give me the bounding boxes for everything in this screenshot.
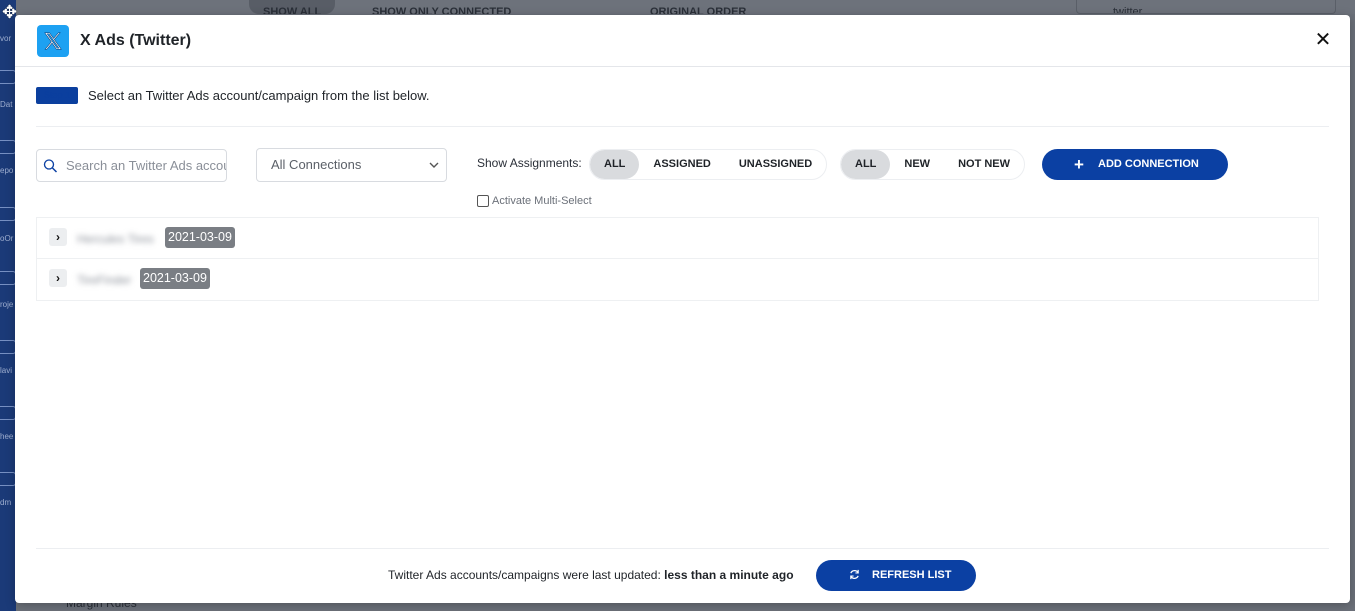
plus-icon: + <box>1074 155 1084 174</box>
close-icon[interactable]: ✕ <box>1312 29 1334 51</box>
date-badge: 2021-03-09 <box>165 227 235 248</box>
chevron-right-icon[interactable]: › <box>49 269 67 287</box>
search-icon <box>43 158 58 173</box>
add-connection-label: ADD CONNECTION <box>1098 158 1199 170</box>
bg-tab-show-only-connected: SHOW ONLY CONNECTED <box>372 6 512 14</box>
assignment-filter-unassigned[interactable]: UNASSIGNED <box>725 150 826 179</box>
last-updated-time: less than a minute ago <box>664 568 794 582</box>
nav-label: hee <box>0 432 14 441</box>
last-updated-text: Twitter Ads accounts/campaigns were last… <box>388 568 794 582</box>
newness-filter-new[interactable]: NEW <box>890 150 944 179</box>
list-item[interactable]: › Hercules Tires 2021-03-09 <box>36 217 1319 259</box>
nav-label: vor <box>0 34 12 43</box>
newness-filter: ALL NEW NOT NEW <box>840 149 1026 180</box>
multi-select-checkbox[interactable] <box>477 195 489 207</box>
nav-label: oOr <box>0 234 14 243</box>
gear-icon <box>0 472 16 486</box>
chevron-right-icon[interactable]: › <box>49 228 67 246</box>
divider <box>36 126 1329 127</box>
multi-select-toggle[interactable]: Activate Multi-Select <box>477 195 592 207</box>
multi-select-label: Activate Multi-Select <box>492 195 592 207</box>
nav-icon <box>0 70 16 84</box>
connection-modal: X Ads (Twitter) ✕ Step 1 Select an Twitt… <box>15 15 1350 603</box>
list-item[interactable]: › TireFinder 2021-03-09 <box>36 259 1319 301</box>
account-name: Hercules Tires <box>77 232 154 246</box>
assignment-filter-all[interactable]: ALL <box>590 150 640 179</box>
step-badge: Step 1 <box>36 87 78 104</box>
nav-label: roje <box>0 300 14 309</box>
nav-label: epo <box>0 166 14 175</box>
nav-icon <box>0 271 16 285</box>
modal-title: X Ads (Twitter) <box>80 32 192 49</box>
connections-select-value: All Connections <box>271 157 362 172</box>
refresh-list-button[interactable]: REFRESH LIST <box>816 560 976 591</box>
newness-filter-not-new[interactable]: NOT NEW <box>944 150 1024 179</box>
bg-tab-show-all: SHOW ALL <box>249 0 336 14</box>
show-assignments-label: Show Assignments: <box>477 156 582 170</box>
refresh-list-label: REFRESH LIST <box>872 569 952 581</box>
assignment-filter-assigned[interactable]: ASSIGNED <box>639 150 724 179</box>
x-logo-icon <box>37 25 69 57</box>
nav-icon <box>0 207 16 221</box>
modal-header: X Ads (Twitter) ✕ <box>15 15 1350 67</box>
nav-icon <box>0 406 16 420</box>
background-sidebar: Dat epo oOr roje lavi hee dm vor <box>0 0 16 611</box>
bg-search-field: twitter <box>1076 0 1336 14</box>
step-instructions: Select an Twitter Ads account/campaign f… <box>88 88 430 103</box>
add-connection-button[interactable]: + ADD CONNECTION <box>1042 149 1228 180</box>
chevron-down-icon <box>428 149 440 183</box>
bg-tab-original-order: ORIGINAL ORDER <box>650 6 747 14</box>
connections-select[interactable]: All Connections <box>256 148 447 182</box>
last-updated-label: Twitter Ads accounts/campaigns were last… <box>388 568 661 582</box>
assignment-filter: ALL ASSIGNED UNASSIGNED <box>589 149 828 180</box>
account-search-box[interactable] <box>36 149 227 182</box>
move-cursor-icon: ✥ <box>2 2 18 22</box>
nav-icon <box>0 340 16 354</box>
nav-label: lavi <box>0 366 13 375</box>
divider <box>36 548 1329 549</box>
nav-label: dm <box>0 498 12 507</box>
nav-label: Dat <box>0 100 13 109</box>
refresh-icon <box>849 560 860 591</box>
account-search-input[interactable] <box>66 158 226 173</box>
date-badge: 2021-03-09 <box>140 268 210 289</box>
account-name: TireFinder <box>77 273 132 287</box>
newness-filter-all[interactable]: ALL <box>841 150 891 179</box>
nav-icon <box>0 140 16 154</box>
account-list: › Hercules Tires 2021-03-09 › TireFinder… <box>36 217 1319 301</box>
